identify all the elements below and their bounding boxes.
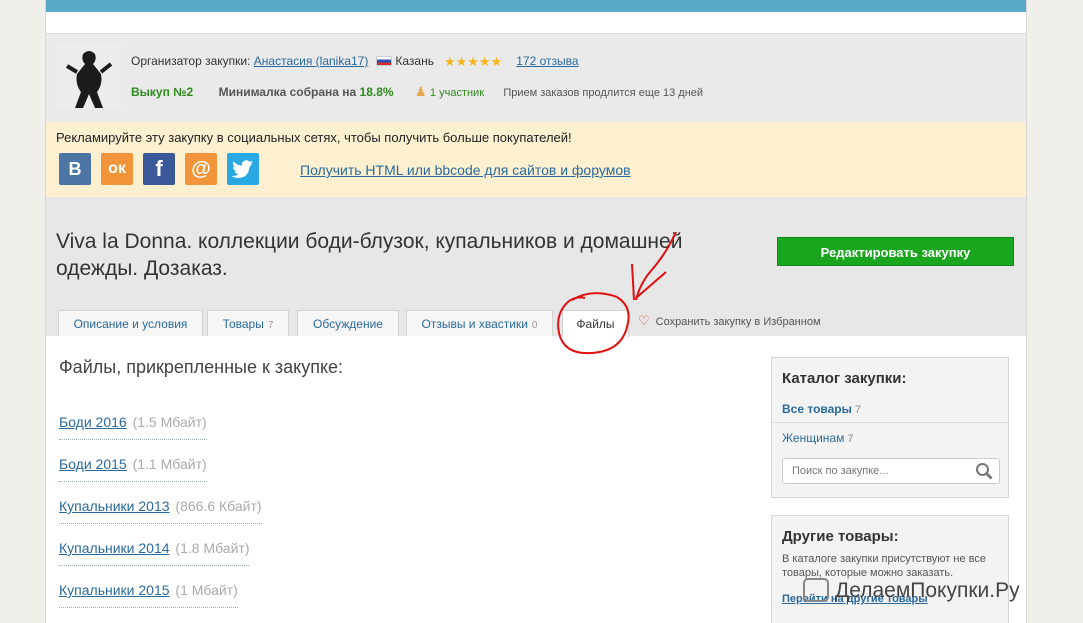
catalog-search bbox=[782, 458, 1000, 484]
other-text: В каталоге закупки присутствуют не все т… bbox=[782, 553, 986, 579]
search-icon[interactable] bbox=[975, 462, 993, 480]
reviews-link[interactable]: 172 отзыва bbox=[516, 54, 578, 68]
organizer-avatar[interactable] bbox=[57, 44, 121, 108]
file-item: Купальники 2013 (866.6 Кбайт) bbox=[59, 498, 262, 524]
file-link[interactable]: Боди 2015 bbox=[59, 456, 127, 472]
file-size: (1.1 Мбайт) bbox=[132, 456, 207, 472]
other-title: Другие товары: bbox=[782, 528, 899, 545]
page: Организатор закупки: Анастасия (lanika17… bbox=[45, 0, 1027, 623]
tab-label: Отзывы и хвастики bbox=[421, 317, 528, 331]
html-code-link[interactable]: Получить HTML или bbcode для сайтов и фо… bbox=[300, 162, 631, 178]
watermark-logo-icon bbox=[803, 578, 829, 602]
tab-label: Описание и условия bbox=[73, 317, 188, 331]
catalog-title: Каталог закупки: bbox=[782, 370, 907, 387]
min-label: Минималка собрана на bbox=[218, 85, 357, 99]
top-bar bbox=[46, 0, 1026, 12]
tab-label: Файлы bbox=[576, 317, 615, 331]
file-item: Боди 2016 (1.5 Мбайт) bbox=[59, 414, 207, 440]
file-size: (1 Мбайт) bbox=[175, 582, 238, 598]
russia-flag-icon bbox=[376, 56, 393, 66]
search-input[interactable] bbox=[790, 464, 964, 478]
social-share-panel: Рекламируйте эту закупку в социальных се… bbox=[46, 122, 1026, 197]
facebook-share-icon[interactable]: f bbox=[143, 153, 175, 185]
organizer-panel: Организатор закупки: Анастасия (lanika17… bbox=[46, 33, 1026, 122]
vk-share-icon[interactable]: B bbox=[59, 153, 91, 185]
file-item: Боди 2015 (1.1 Мбайт) bbox=[59, 456, 207, 482]
organizer-label: Организатор закупки: bbox=[131, 54, 251, 68]
watermark: ДелаемПокупки.Ру bbox=[803, 578, 1020, 603]
tab-products[interactable]: Товары 7 bbox=[207, 310, 289, 336]
watermark-text: ДелаемПокупки.Ру bbox=[835, 579, 1020, 602]
organizer-city: Казань bbox=[395, 54, 434, 68]
batch-label: Выкуп №2 bbox=[131, 85, 194, 99]
other-products-box: Другие товары: В каталоге закупки присут… bbox=[771, 515, 1009, 623]
mail-share-icon[interactable]: @ bbox=[185, 153, 217, 185]
tab-label: Обсуждение bbox=[313, 317, 383, 331]
twitter-share-icon[interactable] bbox=[227, 153, 259, 185]
save-favorite-link[interactable]: ♡ Сохранить закупку в Избранном bbox=[638, 313, 821, 329]
heart-icon: ♡ bbox=[638, 313, 650, 328]
catalog-all-label: Все товары bbox=[782, 402, 852, 416]
tab-count: 0 bbox=[531, 320, 538, 331]
rating-stars-icon: ★★★★★ bbox=[443, 54, 503, 69]
organizer-name-link[interactable]: Анастасия (lanika17) bbox=[254, 54, 369, 68]
file-size: (1.5 Мбайт) bbox=[132, 414, 207, 430]
tab-description[interactable]: Описание и условия bbox=[58, 310, 203, 336]
odnoklassniki-share-icon[interactable]: ок bbox=[101, 153, 133, 185]
favorite-label: Сохранить закупку в Избранном bbox=[655, 316, 821, 328]
files-title: Файлы, прикрепленные к закупке: bbox=[59, 357, 344, 377]
file-link[interactable]: Купальники 2013 bbox=[59, 498, 170, 514]
catalog-women-count: 7 bbox=[847, 433, 854, 445]
file-link[interactable]: Купальники 2015 bbox=[59, 582, 170, 598]
participant-icon: ♟ bbox=[414, 84, 427, 99]
tab-discussion[interactable]: Обсуждение bbox=[297, 310, 399, 336]
purchase-status: Выкуп №2 Минималка собрана на 18.8% ♟ 1 … bbox=[131, 84, 703, 100]
tab-label: Товары bbox=[222, 317, 264, 331]
purchase-header: Viva la Donna. коллекции боди-блузок, ку… bbox=[46, 197, 1026, 337]
catalog-box: Каталог закупки: Все товары 7 Женщинам 7 bbox=[771, 357, 1009, 498]
catalog-women-label: Женщинам bbox=[782, 431, 845, 445]
page-title: Viva la Donna. коллекции боди-блузок, ку… bbox=[56, 230, 683, 280]
file-link[interactable]: Купальники 2014 bbox=[59, 540, 170, 556]
catalog-women-item[interactable]: Женщинам 7 bbox=[782, 429, 854, 447]
participants-count: 1 участник bbox=[429, 87, 485, 99]
tab-count: 7 bbox=[267, 320, 274, 331]
organizer-info: Организатор закупки: Анастасия (lanika17… bbox=[131, 54, 579, 70]
catalog-all-item[interactable]: Все товары 7 bbox=[782, 400, 861, 418]
orders-note: Прием заказов продлится еще 13 дней bbox=[503, 87, 704, 99]
tab-reviews[interactable]: Отзывы и хвастики 0 bbox=[406, 310, 553, 336]
tab-files[interactable]: Файлы bbox=[562, 310, 629, 337]
catalog-divider bbox=[772, 422, 1008, 423]
file-item: Купальники 2015 (1 Мбайт) bbox=[59, 582, 238, 608]
file-item: Купальники 2014 (1.8 Мбайт) bbox=[59, 540, 250, 566]
file-size: (866.6 Кбайт) bbox=[175, 498, 262, 514]
edit-purchase-button[interactable]: Редактировать закупку bbox=[777, 237, 1014, 266]
file-link[interactable]: Боди 2016 bbox=[59, 414, 127, 430]
min-value: 18.8% bbox=[359, 85, 394, 99]
file-size: (1.8 Мбайт) bbox=[175, 540, 250, 556]
catalog-all-count: 7 bbox=[854, 404, 861, 416]
social-share-text: Рекламируйте эту закупку в социальных се… bbox=[56, 130, 572, 145]
